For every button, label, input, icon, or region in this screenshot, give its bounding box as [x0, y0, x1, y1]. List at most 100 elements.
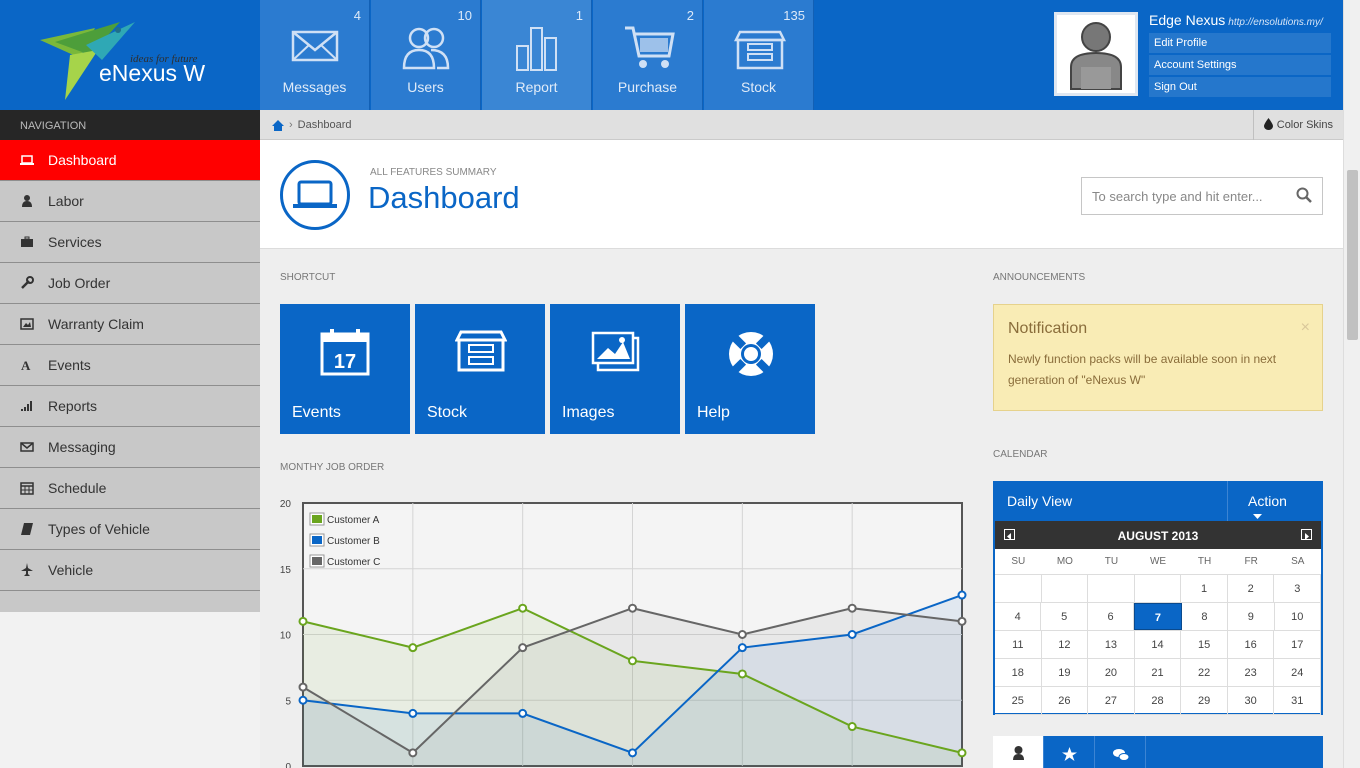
- sidebar-item-reports[interactable]: Reports: [0, 386, 260, 427]
- calendar-day[interactable]: 30: [1228, 687, 1275, 714]
- y-tick-label: 15: [280, 565, 291, 576]
- calendar-day[interactable]: 20: [1088, 659, 1135, 686]
- shortcut-tile-images[interactable]: Images: [550, 304, 680, 434]
- calendar-day[interactable]: 5: [1041, 603, 1088, 630]
- nav-heading: NAVIGATION: [0, 110, 260, 140]
- sidebar-item-labor[interactable]: Labor: [0, 181, 260, 222]
- topnav-stock[interactable]: 135 Stock: [704, 0, 814, 110]
- topnav-purchase[interactable]: 2 Purchase: [593, 0, 703, 110]
- calendar-day[interactable]: 15: [1181, 631, 1228, 658]
- scrollbar-thumb[interactable]: [1347, 170, 1358, 340]
- sidebar-item-vehicle[interactable]: Vehicle: [0, 550, 260, 591]
- calendar-empty-cell: [995, 575, 1042, 602]
- calendar-day[interactable]: 13: [1088, 631, 1135, 658]
- calendar-widget: Daily View Action AUGUST 2013 SU MO TU WE TH…: [993, 481, 1323, 715]
- account-settings-link[interactable]: Account Settings: [1149, 55, 1331, 75]
- lifebuoy-icon: [729, 332, 773, 376]
- color-skins-button[interactable]: Color Skins: [1252, 110, 1343, 140]
- calendar-day[interactable]: 21: [1135, 659, 1182, 686]
- calendar-day[interactable]: 17: [1274, 631, 1322, 658]
- default-user-icon: [1070, 22, 1122, 90]
- calendar-day[interactable]: 27: [1088, 687, 1135, 714]
- star-icon: [1062, 747, 1077, 761]
- calendar-day[interactable]: 31: [1274, 687, 1322, 714]
- dashboard-badge: [280, 160, 350, 230]
- report-label: Report: [515, 79, 558, 95]
- sidebar-item-job-order[interactable]: Job Order: [0, 263, 260, 304]
- calendar-day[interactable]: 16: [1228, 631, 1275, 658]
- sidebar-item-warranty-claim[interactable]: Warranty Claim: [0, 304, 260, 345]
- tab-user[interactable]: [993, 736, 1044, 768]
- page-scrollbar[interactable]: [1343, 0, 1360, 768]
- calendar-day[interactable]: 2: [1228, 575, 1275, 602]
- stock-label: Stock: [740, 79, 776, 95]
- calendar-week-row: 4 5 6 7 8 9 10: [995, 603, 1321, 631]
- prev-month-button[interactable]: [1004, 529, 1015, 540]
- topnav-users[interactable]: 10 Users: [371, 0, 481, 110]
- sidebar-item-types-of-vehicle[interactable]: Types of Vehicle: [0, 509, 260, 550]
- sidebar: NAVIGATION Dashboard Labor Services Job …: [0, 110, 260, 612]
- calendar-day[interactable]: 4: [995, 603, 1042, 630]
- data-point: [737, 630, 747, 639]
- edit-profile-link[interactable]: Edit Profile: [1149, 33, 1331, 53]
- drop-icon: [1263, 118, 1273, 130]
- calendar-day[interactable]: 1: [1181, 575, 1228, 602]
- user-url[interactable]: http://ensolutions.my/: [1228, 17, 1323, 28]
- calendar-day[interactable]: 11: [995, 631, 1042, 658]
- sidebar-item-dashboard[interactable]: Dashboard: [0, 140, 260, 181]
- avatar[interactable]: [1054, 12, 1138, 96]
- calendar-day[interactable]: 29: [1181, 687, 1228, 714]
- data-point: [628, 748, 637, 758]
- calendar-day[interactable]: 22: [1181, 659, 1228, 686]
- calendar-17-date: 17: [334, 351, 356, 373]
- calendar-day[interactable]: 8: [1182, 603, 1229, 630]
- calendar-day[interactable]: 19: [1042, 659, 1089, 686]
- home-icon[interactable]: [272, 119, 284, 131]
- tab-comments[interactable]: [1095, 736, 1146, 768]
- calendar-day[interactable]: 7: [1134, 603, 1182, 630]
- tile-label: Stock: [427, 404, 468, 421]
- sidebar-item-label: Warranty Claim: [48, 316, 144, 332]
- bar-chart-icon: [516, 27, 557, 71]
- sidebar-item-schedule[interactable]: Schedule: [0, 468, 260, 509]
- sign-out-link[interactable]: Sign Out: [1149, 77, 1331, 97]
- calendar-day[interactable]: 14: [1135, 631, 1182, 658]
- tile-label: Images: [562, 404, 615, 421]
- data-point: [518, 643, 528, 653]
- calendar-empty-cell: [1088, 575, 1135, 602]
- logo[interactable]: ideas for future eNexus W: [0, 0, 260, 110]
- calendar-day[interactable]: 6: [1088, 603, 1135, 630]
- topnav-report[interactable]: 1 Report: [482, 0, 592, 110]
- weekday-label: TU: [1104, 556, 1119, 567]
- shortcut-tile-events[interactable]: 17 Events: [280, 304, 410, 434]
- calendar-action-button[interactable]: Action: [1228, 481, 1323, 521]
- logo-text: eNexus W: [99, 60, 206, 86]
- sidebar-item-events[interactable]: A Events: [0, 345, 260, 386]
- next-month-button[interactable]: [1301, 529, 1312, 540]
- tab-favorites[interactable]: [1044, 736, 1095, 768]
- data-point: [957, 616, 967, 626]
- legend-swatch: [312, 536, 322, 544]
- calendar-day[interactable]: 12: [1042, 631, 1089, 658]
- sidebar-item-services[interactable]: Services: [0, 222, 260, 263]
- calendar-day[interactable]: 28: [1135, 687, 1182, 714]
- font-icon: A: [21, 358, 31, 372]
- topnav-messages[interactable]: 4 Messages: [260, 0, 370, 110]
- search-icon[interactable]: [1296, 187, 1312, 203]
- calendar-day[interactable]: 23: [1228, 659, 1275, 686]
- calendar-day[interactable]: 24: [1274, 659, 1322, 686]
- calendar-17-icon: 17: [320, 329, 370, 376]
- legend-swatch: [312, 557, 322, 565]
- calendar-day[interactable]: 18: [995, 659, 1042, 686]
- calendar-day[interactable]: 26: [1042, 687, 1089, 714]
- search-input[interactable]: [1081, 177, 1323, 215]
- calendar-day[interactable]: 10: [1275, 603, 1321, 630]
- calendar-day[interactable]: 25: [995, 687, 1042, 714]
- calendar-day[interactable]: 9: [1228, 603, 1275, 630]
- close-icon[interactable]: ×: [1301, 319, 1310, 337]
- sidebar-item-messaging[interactable]: Messaging: [0, 427, 260, 468]
- shortcut-tile-stock[interactable]: Stock: [415, 304, 545, 434]
- shortcut-tile-help[interactable]: Help: [685, 304, 815, 434]
- calendar-day[interactable]: 3: [1274, 575, 1322, 602]
- user-name-text: Edge Nexus: [1149, 12, 1226, 28]
